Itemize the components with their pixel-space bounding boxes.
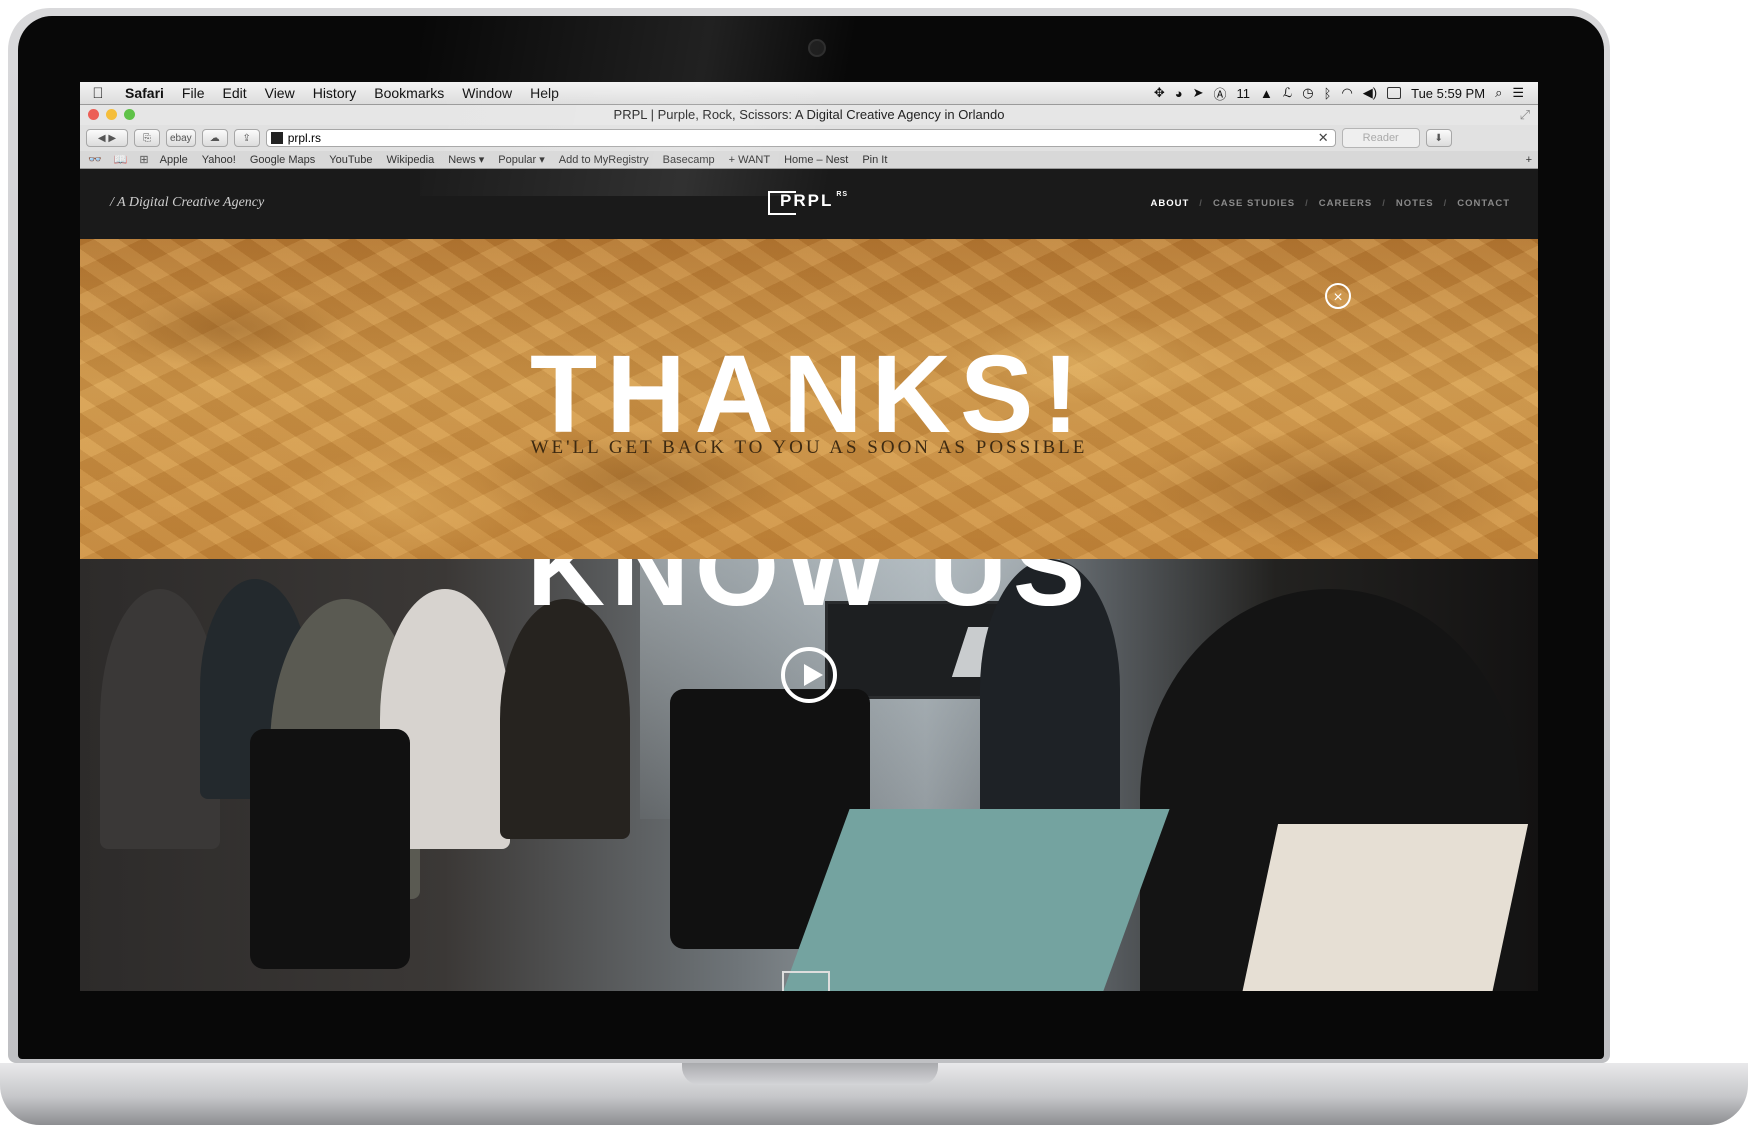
bookmark-item[interactable]: Apple bbox=[153, 154, 195, 166]
share-icon[interactable]: ⎘ bbox=[134, 129, 160, 147]
site-header: / A Digital Creative Agency PRPL RS ABOU… bbox=[80, 169, 1538, 239]
window-title: PRPL | Purple, Rock, Scissors: A Digital… bbox=[613, 107, 1005, 122]
menubar:  Safari File Edit View History Bookmark… bbox=[80, 82, 1538, 105]
bookmark-item[interactable]: Basecamp bbox=[656, 154, 722, 166]
send-icon[interactable]: ⇪ bbox=[233, 129, 260, 147]
bookmark-item[interactable]: News ▾ bbox=[441, 153, 491, 166]
nav-case-studies[interactable]: CASE STUDIES bbox=[1213, 198, 1295, 209]
menu-history[interactable]: History bbox=[304, 85, 366, 101]
cursor-icon[interactable]: ➤ bbox=[1193, 85, 1204, 101]
light-object-image bbox=[1241, 824, 1529, 991]
spotlight-search-icon[interactable]: ⌕ bbox=[1495, 85, 1502, 101]
nav-separator: / bbox=[1199, 198, 1203, 209]
bookmark-item[interactable]: Google Maps bbox=[243, 154, 322, 166]
thanks-subtitle: WE'LL GET BACK TO YOU AS SOON AS POSSIBL… bbox=[530, 437, 1088, 458]
scroll-indicator[interactable] bbox=[782, 971, 830, 991]
bookmark-item[interactable]: Wikipedia bbox=[380, 154, 442, 166]
time-machine-icon[interactable]: ◷ bbox=[1302, 85, 1313, 101]
bookmark-item[interactable]: Add to MyRegistry bbox=[552, 154, 656, 166]
volume-icon[interactable]: ◀) bbox=[1363, 85, 1377, 101]
window-controls bbox=[88, 109, 135, 120]
downloads-icon[interactable]: ⬇ bbox=[1425, 129, 1452, 147]
warning-icon[interactable]: ▲ bbox=[1260, 86, 1273, 101]
top-sites-icon[interactable]: ⊞ bbox=[131, 153, 152, 166]
nav-separator: / bbox=[1382, 198, 1386, 209]
fullscreen-icon[interactable]: ⤢ bbox=[1520, 105, 1530, 125]
bookmarks-icon[interactable]: 📖 bbox=[106, 153, 132, 166]
site-tagline: / A Digital Creative Agency bbox=[110, 195, 265, 210]
menu-file[interactable]: File bbox=[173, 85, 214, 101]
reading-list-icon[interactable]: 👓 bbox=[80, 153, 106, 166]
website: / A Digital Creative Agency PRPL RS ABOU… bbox=[80, 169, 1538, 991]
menu-window[interactable]: Window bbox=[453, 85, 521, 101]
screen:  Safari File Edit View History Bookmark… bbox=[80, 82, 1538, 991]
site-logo[interactable]: PRPL RS bbox=[768, 191, 848, 215]
nav-careers[interactable]: CAREERS bbox=[1319, 198, 1372, 209]
wifi-icon[interactable]: ◠ bbox=[1341, 85, 1352, 101]
window-titlebar: PRPL | Purple, Rock, Scissors: A Digital… bbox=[80, 105, 1538, 125]
site-favicon bbox=[270, 132, 283, 144]
site-nav: ABOUT / CASE STUDIES / CAREERS / NOTES /… bbox=[1151, 198, 1510, 209]
menu-app-name[interactable]: Safari bbox=[116, 85, 173, 101]
chair-image bbox=[250, 729, 410, 969]
add-tab-icon[interactable]: + bbox=[1526, 154, 1532, 166]
menubar-clock[interactable]: Tue 5:59 PM bbox=[1411, 86, 1485, 101]
laptop-notch bbox=[682, 1063, 938, 1085]
skype-icon[interactable]: ◕ bbox=[1175, 86, 1183, 101]
nav-contact[interactable]: CONTACT bbox=[1457, 198, 1510, 209]
bookmark-item[interactable]: + WANT bbox=[722, 154, 777, 166]
browser-toolbar: ◀ ▶ ⎘ ebay ☁ ⇪ prpl.rs ✕ Reader ⬇ bbox=[80, 125, 1538, 151]
camera-icon bbox=[808, 39, 826, 57]
back-forward-buttons[interactable]: ◀ ▶ bbox=[86, 129, 128, 147]
bookmark-item[interactable]: Popular ▾ bbox=[491, 153, 552, 166]
script-icon[interactable]: ℒ bbox=[1283, 85, 1292, 101]
notification-center-icon[interactable]: ☰ bbox=[1512, 85, 1524, 101]
zoom-window-button[interactable] bbox=[124, 109, 135, 120]
battery-icon[interactable] bbox=[1387, 87, 1402, 99]
thanks-banner: × THANKS! WE'LL GET BACK TO YOU AS SOON … bbox=[80, 239, 1538, 559]
url-text: prpl.rs bbox=[287, 131, 322, 145]
bookmark-item[interactable]: Yahoo! bbox=[195, 154, 243, 166]
menu-help[interactable]: Help bbox=[521, 85, 568, 101]
bookmarks-bar: 👓 📖 ⊞ Apple Yahoo! Google Maps YouTube W… bbox=[80, 151, 1538, 169]
ebay-bookmark-button[interactable]: ebay bbox=[166, 129, 196, 147]
teal-chair-image bbox=[780, 809, 1170, 991]
nav-separator: / bbox=[1305, 198, 1309, 209]
nav-about[interactable]: ABOUT bbox=[1151, 198, 1190, 209]
icloud-icon[interactable]: ☁ bbox=[201, 129, 228, 147]
team-photo-section: KNOW US bbox=[80, 559, 1538, 991]
bluetooth-icon[interactable]: ᛒ bbox=[1324, 86, 1332, 101]
logo-superscript: RS bbox=[836, 191, 849, 198]
menu-bookmarks[interactable]: Bookmarks bbox=[365, 85, 453, 101]
address-bar[interactable]: prpl.rs ✕ bbox=[265, 129, 1336, 147]
nav-notes[interactable]: NOTES bbox=[1396, 198, 1434, 209]
nav-separator: / bbox=[1443, 198, 1448, 209]
play-video-button[interactable] bbox=[781, 647, 837, 703]
logo-text: PRPL bbox=[780, 191, 834, 210]
close-banner-button[interactable]: × bbox=[1325, 283, 1351, 309]
dropbox-icon[interactable]: ✥ bbox=[1154, 85, 1165, 101]
apple-menu-icon[interactable]:  bbox=[80, 85, 116, 102]
menu-view[interactable]: View bbox=[256, 85, 304, 101]
status-count[interactable]: 11 bbox=[1237, 86, 1251, 101]
bookmark-item[interactable]: Home – Nest bbox=[777, 154, 855, 166]
minimize-window-button[interactable] bbox=[106, 109, 117, 120]
person-image bbox=[500, 599, 630, 839]
adobe-icon[interactable]: Ⓐ bbox=[1214, 84, 1227, 103]
menu-edit[interactable]: Edit bbox=[213, 85, 255, 101]
clear-url-icon[interactable]: ✕ bbox=[1318, 130, 1329, 146]
bookmark-item[interactable]: YouTube bbox=[322, 154, 379, 166]
reader-button[interactable]: Reader bbox=[1341, 128, 1420, 148]
status-area: ✥ ◕ ➤ Ⓐ 11 ▲ ℒ ◷ ᛒ ◠ ◀) Tue 5:59 PM ⌕ ☰ bbox=[1154, 84, 1538, 103]
bookmark-item[interactable]: Pin It bbox=[855, 154, 894, 166]
close-window-button[interactable] bbox=[88, 109, 99, 120]
section-heading: KNOW US bbox=[527, 559, 1091, 628]
